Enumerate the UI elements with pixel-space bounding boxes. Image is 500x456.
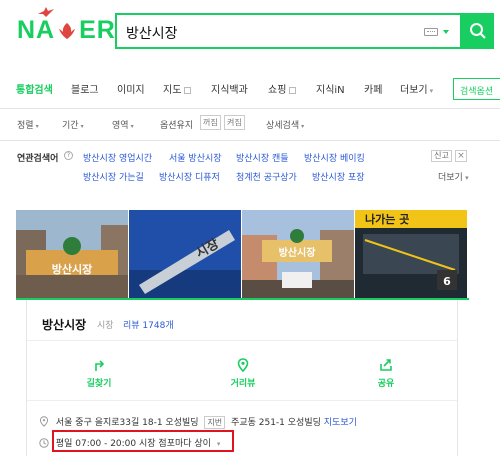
tab-blog[interactable]: 블로그 [71, 81, 99, 96]
logo-flower-icon [59, 22, 76, 39]
tab-shopping[interactable]: 쇼핑 [268, 81, 297, 96]
period-filter[interactable]: 기간 ▾ [62, 118, 84, 131]
related-search-item[interactable]: 청계천 공구상가 [236, 170, 297, 183]
related-search-item[interactable]: 방산시장 포장 [312, 170, 365, 183]
photo-count-badge: 6 [443, 275, 451, 288]
search-tabs: 통합검색 블로그 이미지 지도 지식백과 쇼핑 지식iN 카페 더보기 ▾ [0, 68, 500, 104]
help-icon[interactable]: ? [64, 151, 73, 160]
related-searches-label: 연관검색어 [17, 154, 59, 164]
tab-kin[interactable]: 지식iN [316, 81, 345, 96]
related-search-item[interactable]: 방산시장 캔들 [236, 151, 289, 164]
advanced-caret-icon: ▾ [301, 123, 305, 130]
filter-bar: 정렬 ▾ 기간 ▾ 영역 ▾ 옵션유지 꺼짐 켜짐 상세검색 ▾ [0, 110, 500, 138]
advanced-search-label: 상세검색 [266, 121, 300, 131]
keep-options-off[interactable]: 꺼짐 [200, 115, 221, 130]
place-photo[interactable]: 시장 [129, 210, 241, 298]
card-divider [27, 400, 457, 401]
area-filter[interactable]: 영역 ▾ [112, 118, 134, 131]
share-button[interactable]: 공유 [356, 358, 416, 389]
related-search-item[interactable]: 방산시장 가는길 [83, 170, 144, 183]
place-category: 시장 [97, 321, 114, 331]
share-icon [380, 359, 392, 371]
sort-label: 정렬 [17, 121, 34, 131]
shopping-box-icon [289, 87, 297, 94]
tab-more-label: 더보기 [400, 85, 428, 96]
search-input[interactable]: 방산시장 [126, 23, 178, 43]
street-view-label: 거리뷰 [230, 379, 256, 389]
more-caret-icon: ▾ [462, 174, 469, 182]
tab-cafe[interactable]: 카페 [364, 81, 382, 96]
clock-icon [39, 438, 49, 448]
related-search-item[interactable]: 방산시장 베이킹 [304, 151, 365, 164]
place-photo[interactable]: 나가는 곳 6 [355, 210, 467, 298]
bird-icon [38, 7, 54, 17]
keep-options-on[interactable]: 켜짐 [224, 115, 245, 130]
photo-sign-text: 방산시장 [52, 262, 92, 276]
place-photo[interactable]: 방산시장 [16, 210, 128, 298]
view-map-link[interactable]: 지도보기 [324, 418, 357, 428]
review-count-link[interactable]: 리뷰 1748개 [123, 318, 174, 331]
related-search-item[interactable]: 방산시장 디퓨저 [159, 170, 220, 183]
gate-sign-photo: 시장 [129, 210, 241, 298]
related-search-item[interactable]: 서울 방산시장 [169, 151, 222, 164]
report-button[interactable]: 신고 [431, 150, 452, 162]
hours-highlight-box [52, 430, 234, 452]
related-more-button[interactable]: 더보기 ▾ [438, 170, 469, 183]
logo-er: ER [79, 16, 116, 44]
directions-label: 길찾기 [86, 379, 112, 389]
period-caret-icon: ▾ [80, 123, 84, 130]
tab-image[interactable]: 이미지 [117, 81, 145, 96]
address-text: 서울 중구 을지로33길 18-1 오성빌딩 [55, 418, 199, 428]
search-box[interactable]: 방산시장 [115, 13, 462, 49]
location-pin-icon [39, 416, 49, 427]
directions-icon [95, 360, 105, 371]
photo-sign-text: 나가는 곳 [365, 212, 409, 226]
lot-number-badge: 지번 [204, 416, 226, 429]
sort-caret-icon: ▾ [35, 123, 39, 130]
lot-address-text: 주교동 251-1 오성빌딩 [231, 418, 321, 428]
photo-strip: 방산시장 시장 방산시장 나가는 곳 6 [16, 210, 500, 298]
place-photo[interactable]: 방산시장 [242, 210, 354, 298]
chevron-down-icon: ▾ [429, 87, 434, 95]
directions-button[interactable]: 길찾기 [69, 358, 129, 389]
tab-integrated[interactable]: 통합검색 [16, 81, 53, 96]
search-icon [470, 23, 486, 39]
photo-sign-text: 방산시장 [279, 246, 317, 259]
tab-encyclopedia[interactable]: 지식백과 [211, 81, 248, 96]
street-view-button[interactable]: 거리뷰 [213, 358, 273, 389]
address-row: 서울 중구 을지로33길 18-1 오성빌딩 지번 주교동 251-1 오성빌딩… [39, 415, 357, 429]
tab-map[interactable]: 지도 [163, 81, 192, 96]
share-label: 공유 [377, 379, 395, 389]
street-view-icon [237, 358, 249, 372]
logo-na: NA [17, 16, 56, 44]
area-label: 영역 [112, 121, 129, 131]
place-name[interactable]: 방산시장 [42, 316, 86, 333]
keep-options-label: 옵션유지 [160, 121, 194, 131]
subway-exit-photo: 나가는 곳 6 [355, 210, 467, 298]
tabs-divider [0, 108, 500, 109]
sort-filter[interactable]: 정렬 ▾ [17, 118, 39, 131]
close-icon[interactable]: × [455, 150, 467, 162]
header: NA ER 방산시장 [0, 0, 500, 64]
related-search-item[interactable]: 방산시장 영업시간 [83, 151, 152, 164]
autocomplete-toggle-icon[interactable] [443, 30, 449, 34]
keyboard-icon[interactable] [424, 28, 438, 36]
related-more-label: 더보기 [438, 173, 463, 183]
map-box-icon [184, 87, 192, 94]
tab-more[interactable]: 더보기 ▾ [400, 81, 433, 96]
filters-divider [0, 140, 500, 141]
tab-map-label: 지도 [163, 85, 182, 96]
advanced-search-filter[interactable]: 상세검색 ▾ [266, 118, 304, 131]
tab-shopping-label: 쇼핑 [268, 85, 287, 96]
period-label: 기간 [62, 121, 79, 131]
search-options-button[interactable]: 검색옵션 [453, 78, 500, 100]
market-gate-photo: 방산시장 [16, 210, 128, 298]
area-caret-icon: ▾ [130, 123, 134, 130]
card-divider [27, 340, 457, 341]
market-street-photo: 방산시장 [242, 210, 354, 298]
naver-logo[interactable]: NA ER [17, 7, 116, 44]
search-button[interactable] [462, 13, 494, 49]
